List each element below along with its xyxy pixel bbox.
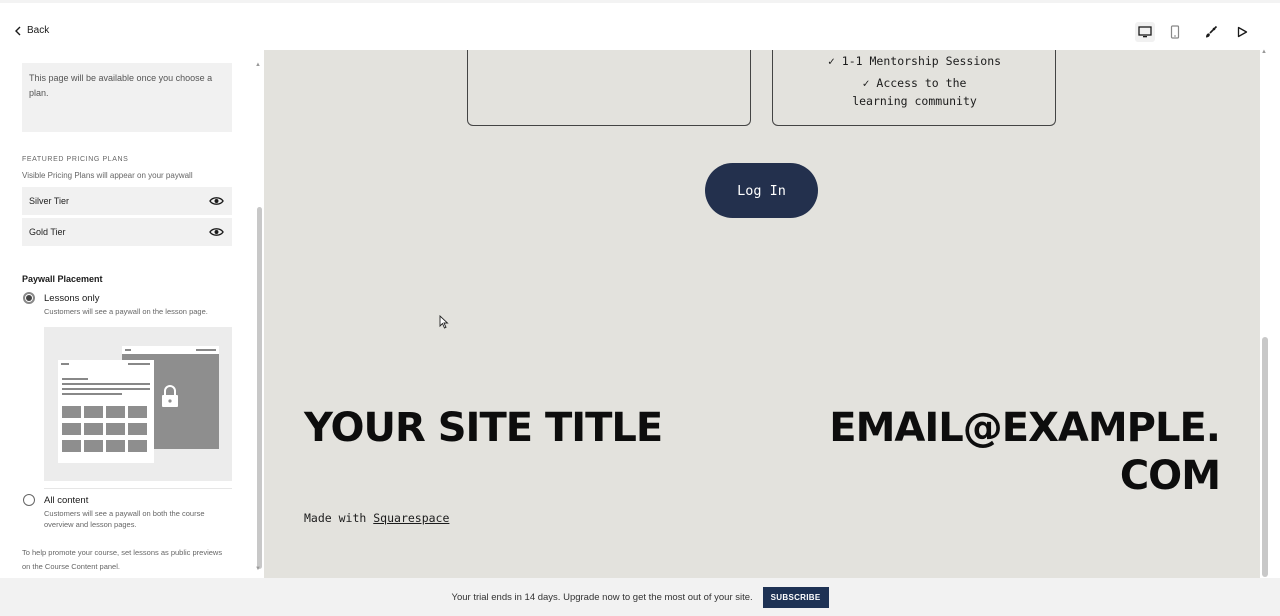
lessons-only-label[interactable]: Lessons only xyxy=(44,293,99,304)
panel-scroll-up-icon[interactable]: ▲ xyxy=(255,62,261,68)
plan-label: Gold Tier xyxy=(29,227,66,237)
paywall-illustration xyxy=(44,327,232,481)
featured-plans-title: FEATURED PRICING PLANS xyxy=(22,156,129,163)
plan-item-gold[interactable]: Gold Tier xyxy=(22,218,232,246)
plan-item-silver[interactable]: Silver Tier xyxy=(22,187,232,215)
lessons-only-description: Customers will see a paywall on the less… xyxy=(44,307,208,316)
pricing-card xyxy=(467,50,751,126)
design-button[interactable] xyxy=(1201,22,1221,42)
panel-scroll-down-icon[interactable]: ▼ xyxy=(255,566,261,572)
trial-message: Your trial ends in 14 days. Upgrade now … xyxy=(451,591,753,603)
promote-footnote: To help promote your course, set lessons… xyxy=(22,548,223,571)
chevron-left-icon xyxy=(15,26,21,35)
paywall-placement-title: Paywall Placement xyxy=(22,274,103,284)
panel-scrollbar[interactable] xyxy=(257,207,262,569)
play-icon xyxy=(1237,26,1248,38)
desktop-view-button[interactable] xyxy=(1135,22,1155,42)
feature-item: ✓ Access to the learning community xyxy=(852,76,977,108)
preview-scrollbar[interactable] xyxy=(1262,337,1268,577)
brush-icon xyxy=(1206,25,1218,38)
subscribe-button[interactable]: SUBSCRIBE xyxy=(762,586,829,608)
plan-label: Silver Tier xyxy=(29,196,70,206)
site-email[interactable]: EMAIL@EXAMPLE. COM xyxy=(740,404,1221,500)
preview-toolbar xyxy=(264,14,1260,50)
login-button[interactable]: Log In xyxy=(705,163,818,218)
site-title[interactable]: YOUR SITE TITLE xyxy=(304,404,663,452)
plan-notice: This page will be available once you cho… xyxy=(22,63,232,132)
divider xyxy=(44,488,232,489)
eye-icon[interactable] xyxy=(209,196,224,206)
back-label: Back xyxy=(27,25,50,36)
email-line: EMAIL@EXAMPLE. xyxy=(829,405,1221,451)
settings-panel: Back This page will be available once yo… xyxy=(0,3,258,578)
lessons-only-radio[interactable] xyxy=(23,292,35,304)
mobile-icon xyxy=(1170,25,1180,39)
back-button[interactable]: Back xyxy=(14,25,49,36)
made-with-text: Made with xyxy=(304,511,367,525)
all-content-label[interactable]: All content xyxy=(44,495,88,506)
made-with-credit: Made with Squarespace xyxy=(304,511,449,525)
all-content-description: Customers will see a paywall on both the… xyxy=(44,509,205,529)
all-content-radio[interactable] xyxy=(23,494,35,506)
featured-plans-subtitle: Visible Pricing Plans will appear on you… xyxy=(22,171,193,180)
mouse-cursor-icon xyxy=(439,315,449,329)
email-line: COM xyxy=(1119,453,1221,499)
desktop-icon xyxy=(1138,26,1152,38)
feature-item: ✓ 1-1 Mentorship Sessions xyxy=(827,54,1002,68)
eye-icon[interactable] xyxy=(209,227,224,237)
plan-features: ✓ 1-1 Mentorship Sessions ✓ Access to th… xyxy=(773,52,1056,110)
squarespace-link[interactable]: Squarespace xyxy=(373,511,449,525)
preview-play-button[interactable] xyxy=(1232,22,1252,42)
preview-scroll-up-icon[interactable]: ▲ xyxy=(1261,49,1267,55)
trial-banner: Your trial ends in 14 days. Upgrade now … xyxy=(0,578,1280,616)
mobile-view-button[interactable] xyxy=(1165,22,1185,42)
